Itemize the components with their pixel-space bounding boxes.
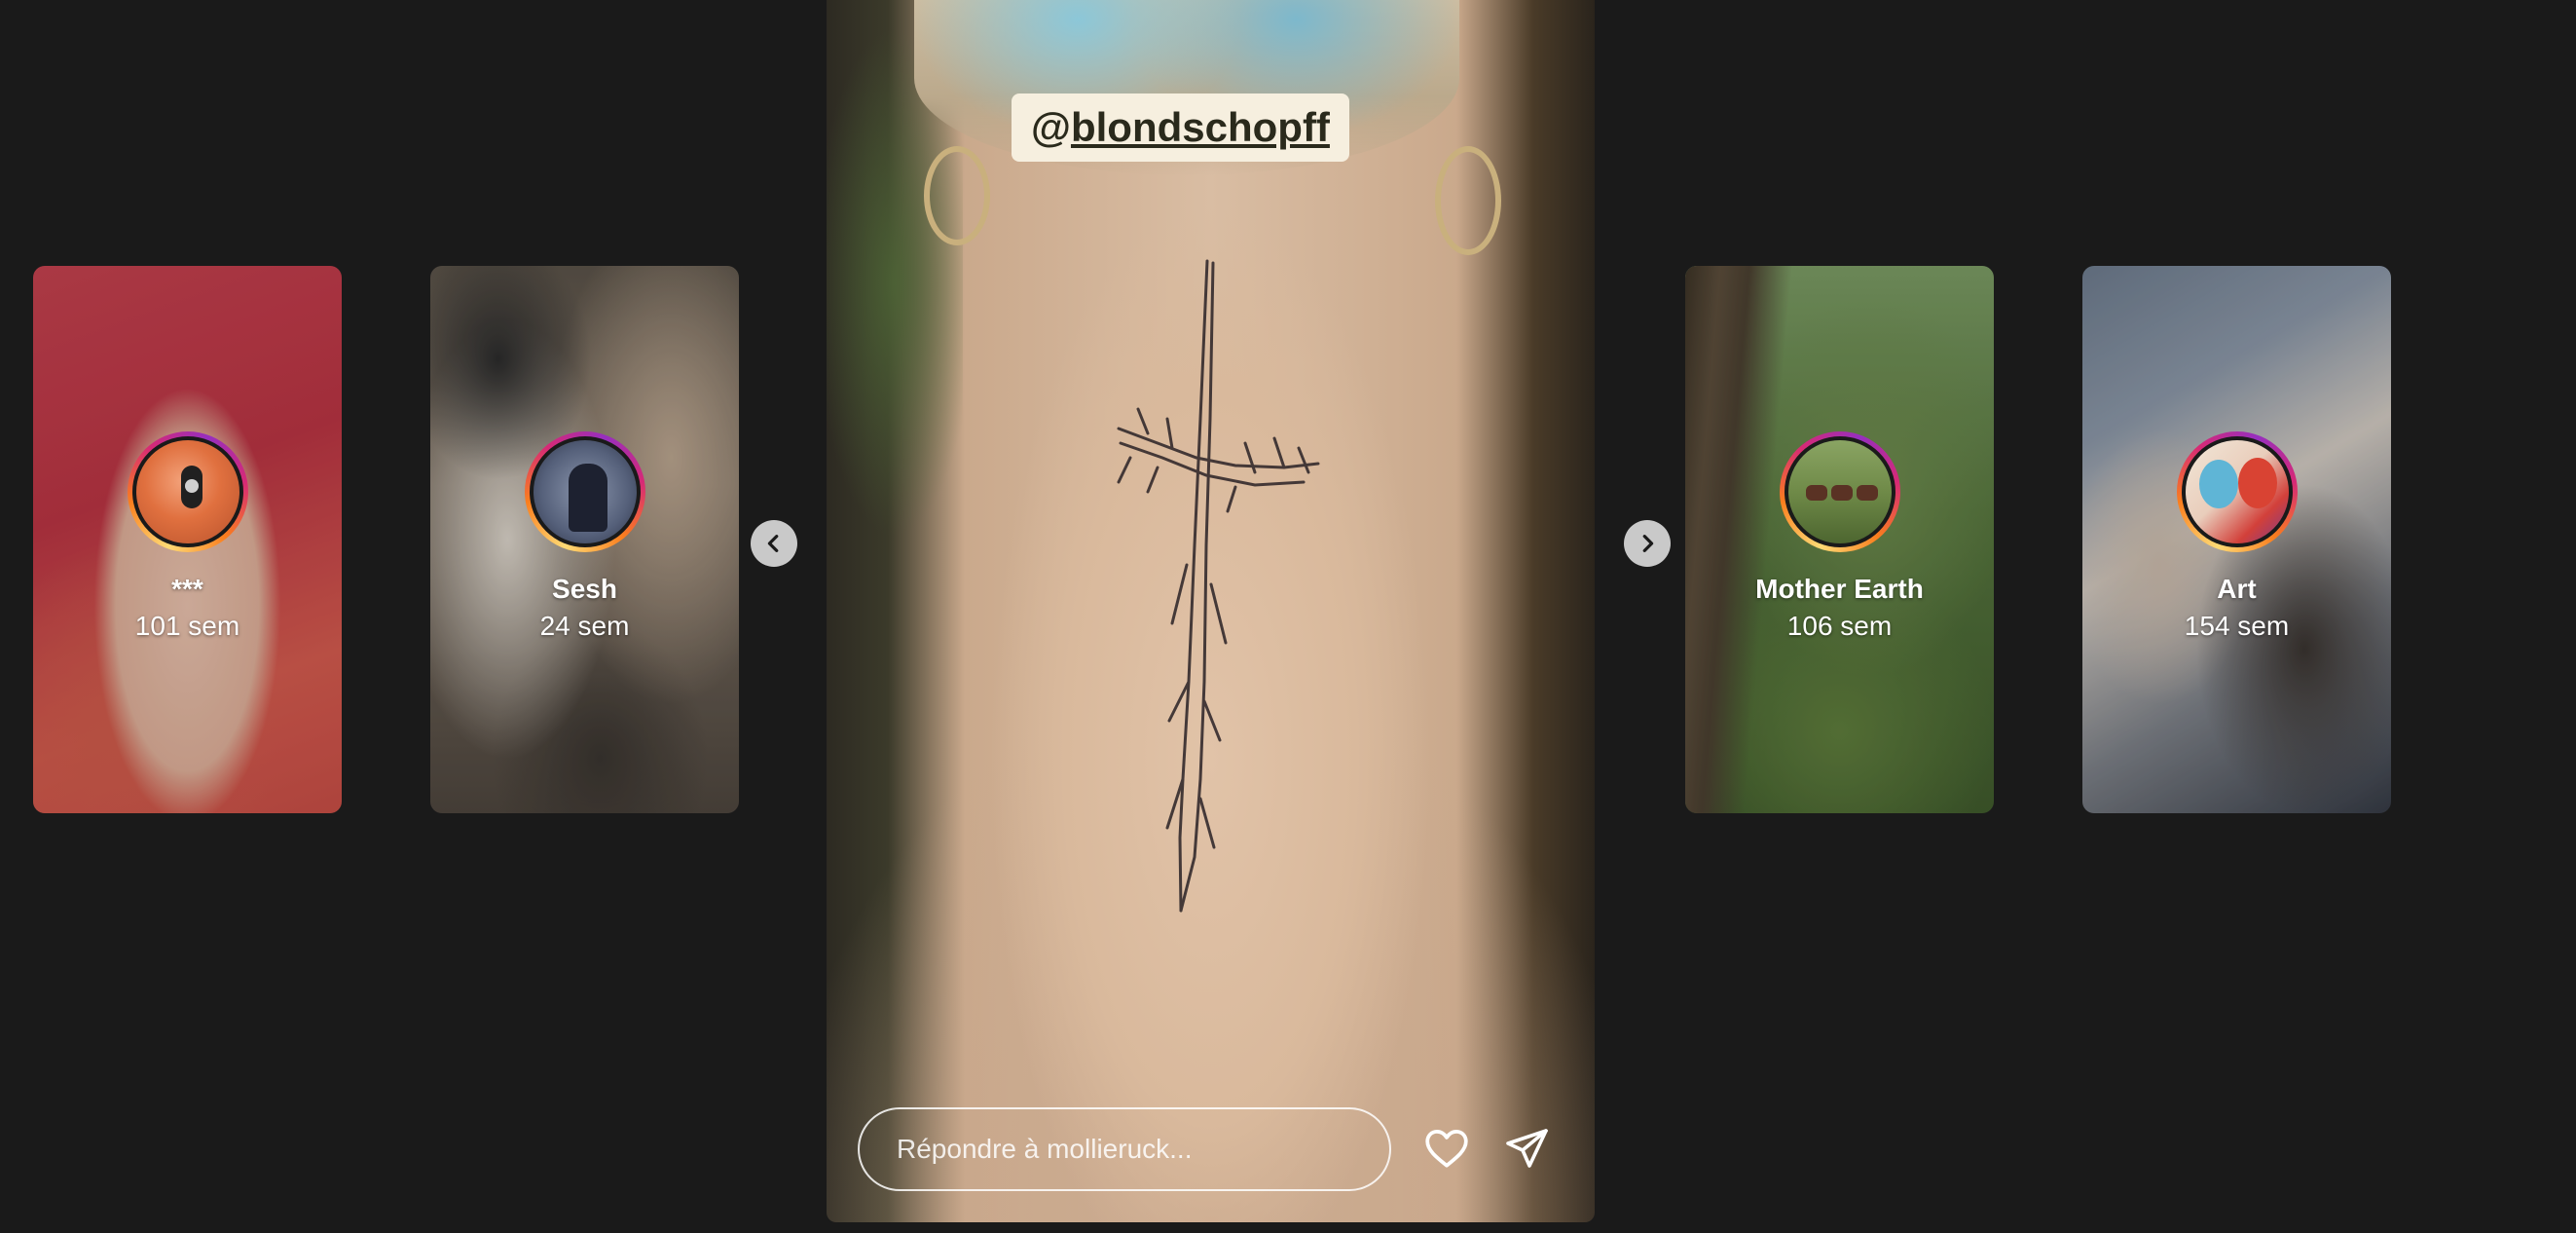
highlight-time: 154 sem <box>2184 611 2290 641</box>
tattoo-artwork <box>1117 259 1320 913</box>
highlight-time: 106 sem <box>1786 611 1893 641</box>
chevron-right-icon <box>1642 535 1654 552</box>
mention-handle: blondschopff <box>1070 104 1330 150</box>
highlight-name: *** <box>171 574 203 604</box>
story-viewer: *** 101 sem Sesh 24 sem @ blondschopff M… <box>0 0 2576 1233</box>
next-story-button[interactable] <box>1624 520 1671 567</box>
highlight-card-3[interactable]: Mother Earth 106 sem <box>1685 266 1994 813</box>
highlight-name: Art <box>2217 574 2257 604</box>
highlight-avatar <box>2176 431 2298 552</box>
highlight-time: 24 sem <box>539 611 630 641</box>
highlight-avatar <box>524 431 645 552</box>
highlight-avatar <box>127 431 248 552</box>
highlight-name: Sesh <box>552 574 617 604</box>
highlight-time: 101 sem <box>134 611 240 641</box>
like-button[interactable] <box>1419 1121 1474 1176</box>
paper-plane-icon <box>1506 1129 1548 1168</box>
previous-story-button[interactable] <box>751 520 797 567</box>
highlight-card-4[interactable]: Art 154 sem <box>2082 266 2391 813</box>
mention-at-sign: @ <box>1031 104 1071 150</box>
highlight-name: Mother Earth <box>1755 574 1924 604</box>
share-button[interactable] <box>1499 1121 1554 1176</box>
chevron-left-icon <box>767 535 779 552</box>
active-story[interactable]: @ blondschopff <box>827 0 1595 1222</box>
highlight-card-1[interactable]: *** 101 sem <box>33 266 342 813</box>
mention-sticker[interactable]: @ blondschopff <box>1012 93 1349 162</box>
heart-icon <box>1425 1130 1468 1168</box>
highlight-card-2[interactable]: Sesh 24 sem <box>430 266 739 813</box>
highlight-avatar <box>1779 431 1900 552</box>
reply-input[interactable] <box>858 1107 1391 1191</box>
